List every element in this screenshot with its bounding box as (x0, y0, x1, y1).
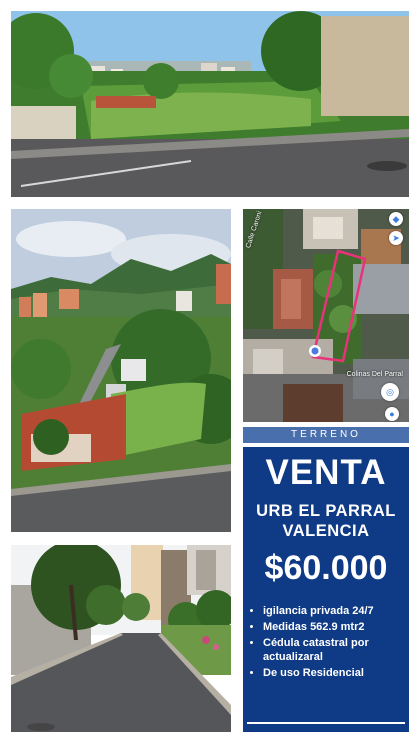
feature-item: Cédula catastral por actualizaral (263, 636, 413, 664)
listing-category-header: TERRENO (243, 427, 409, 443)
layers-icon[interactable]: ◆ (389, 212, 403, 226)
map-place-label: Colinas Del Parral (346, 371, 403, 378)
map-pin-icon[interactable]: ● (385, 407, 399, 421)
location-line-2: VALENCIA (282, 522, 370, 540)
divider (247, 722, 405, 724)
photo-street-view (11, 545, 231, 732)
feature-item: De uso Residencial (263, 666, 413, 680)
location-line-1: URB EL PARRAL (256, 502, 396, 520)
feature-item: igilancia privada 24/7 (263, 604, 413, 618)
map-compass-icon[interactable]: ➤ (389, 231, 403, 245)
listing-location: URB EL PARRAL VALENCIA (243, 501, 409, 541)
listing-headline: VENTA (265, 453, 387, 492)
photo-street-slope (11, 11, 409, 197)
my-location-icon[interactable]: ◎ (381, 383, 399, 401)
map-satellite-view: Calle Caroni Colinas Del Parral ◆ ➤ ◎ ● (243, 209, 409, 422)
listing-info-panel: VENTA URB EL PARRAL VALENCIA $60.000 igi… (243, 447, 409, 732)
feature-list: igilancia privada 24/7 Medidas 562.9 mtr… (251, 604, 413, 682)
photo-mountain-view (11, 209, 231, 532)
listing-price: $60.000 (264, 549, 388, 587)
feature-item: Medidas 562.9 mtr2 (263, 620, 413, 634)
